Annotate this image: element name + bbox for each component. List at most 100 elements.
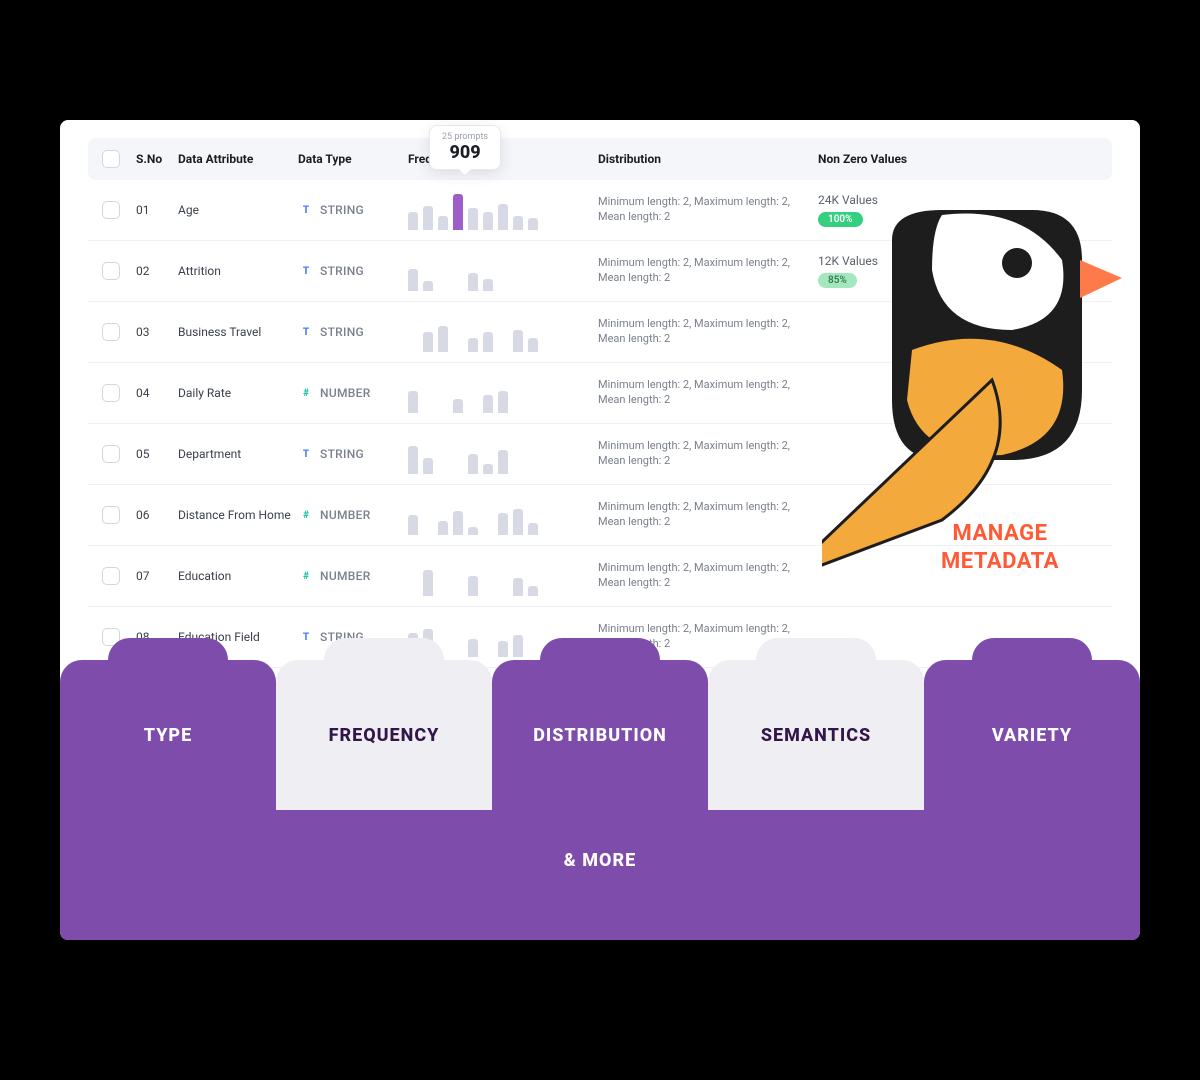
spark-bar [468,576,478,596]
spark-bar [483,464,493,474]
spark-bar [408,269,418,291]
col-attr: Data Attribute [178,152,298,166]
spark-bar [498,513,508,535]
cell-frequency-sparkline [408,373,598,413]
datatype-label: STRING [320,203,364,217]
spark-bar [528,586,538,596]
text-type-icon: T [298,446,314,462]
spark-bar [468,208,478,230]
table-row: 04Daily Rate#NUMBERMinimum length: 2, Ma… [88,363,1112,424]
cell-attribute: Age [178,203,298,217]
spark-bar [498,204,508,230]
cell-frequency-sparkline [408,190,598,230]
tooltip-value: 909 [442,142,488,163]
spark-bar [423,206,433,230]
cell-sno: 06 [136,508,178,522]
datatype-label: NUMBER [320,386,371,400]
nonzero-count: 24K Values [818,193,1098,207]
logo-text: MANAGE METADATA [890,520,1110,575]
logo-line1: MANAGE [890,520,1110,548]
table-header: S.No Data Attribute Data Type Frequency … [88,138,1112,180]
cell-nonzero: 12K Values 85% [818,254,1098,288]
spark-bar [483,332,493,352]
nonzero-badge: 85% [818,273,857,288]
row-checkbox[interactable] [102,445,120,463]
cell-datatype: T STRING [298,263,408,279]
table-row: 02AttritionTSTRINGMinimum length: 2, Max… [88,241,1112,302]
cell-distribution: Minimum length: 2, Maximum length: 2, Me… [598,439,818,469]
cell-datatype: #NUMBER [298,507,408,523]
category-tab[interactable]: FREQUENCY [276,660,492,810]
table-row: 05DepartmentTSTRING Minimum length: 2, Ma… [88,424,1112,485]
col-nz: Non Zero Values [818,152,1098,166]
nonzero-count: 12K Values [818,254,1098,268]
spark-bar [513,509,523,535]
category-tab[interactable]: SEMANTICS [708,660,924,810]
tooltip-label: 25 prompts [442,132,488,142]
cell-frequency-sparkline [408,312,598,352]
spark-bar [438,521,448,535]
datatype-label: NUMBER [320,508,371,522]
spark-bar [438,326,448,352]
text-type-icon: T [298,263,314,279]
spark-bar [423,570,433,596]
row-checkbox[interactable] [102,506,120,524]
frequency-tooltip: 25 prompts 909 [429,125,501,170]
row-checkbox[interactable] [102,567,120,585]
category-label: TYPE [144,725,192,746]
category-label: DISTRIBUTION [533,725,667,746]
nonzero-badge: 100% [818,212,863,227]
logo-line2: METADATA [890,548,1110,576]
cell-datatype: TSTRING [298,446,408,462]
col-sno: S.No [136,152,178,166]
cell-datatype: T STRING [298,202,408,218]
cell-attribute: Distance From Home [178,508,298,522]
datatype-label: STRING [320,264,364,278]
cell-datatype: TSTRING [298,324,408,340]
cell-frequency-sparkline [408,251,598,291]
cell-distribution: Minimum length: 2, Maximum length: 2, Me… [598,195,818,225]
spark-bar [498,450,508,474]
cell-attribute: Business Travel [178,325,298,339]
spark-bar [423,281,433,291]
spark-bar [408,391,418,413]
table-row: 03Business TravelTSTRINGMinimum length: … [88,302,1112,363]
number-type-icon: # [298,568,314,584]
table-row: 01AgeT STRING Minimum length: 2, Maximum l… [88,180,1112,241]
row-checkbox[interactable] [102,384,120,402]
select-all-checkbox[interactable] [102,150,120,168]
category-tab[interactable]: TYPE [60,660,276,810]
cell-sno: 05 [136,447,178,461]
spark-bar [468,454,478,474]
cell-distribution: Minimum length: 2, Maximum length: 2, Me… [598,317,818,347]
app-card: 25 prompts 909 S.No Data Attribute Data … [60,120,1140,940]
spark-bar [453,194,463,230]
cell-sno: 02 [136,264,178,278]
spark-bar [423,458,433,474]
datatype-label: NUMBER [320,569,371,583]
cell-distribution: Minimum length: 2, Maximum length: 2, Me… [598,561,818,591]
cell-attribute: Attrition [178,264,298,278]
spark-bar [483,279,493,291]
category-label: SEMANTICS [761,725,871,746]
spark-bar [408,212,418,230]
category-tab[interactable]: VARIETY [924,660,1140,810]
cell-sno: 01 [136,203,178,217]
spark-bar [528,338,538,352]
spark-bar [423,332,433,352]
spark-bar [528,218,538,230]
cell-nonzero: 24K Values 100% [818,193,1098,227]
spark-bar [468,527,478,535]
spark-bar [513,216,523,230]
cell-frequency-sparkline [408,556,598,596]
cell-distribution: Minimum length: 2, Maximum length: 2, Me… [598,500,818,530]
row-checkbox[interactable] [102,262,120,280]
spark-bar [528,523,538,535]
category-tab[interactable]: DISTRIBUTION [492,660,708,810]
row-checkbox[interactable] [102,201,120,219]
text-type-icon: T [298,202,314,218]
row-checkbox[interactable] [102,323,120,341]
cell-attribute: Department [178,447,298,461]
cell-datatype: # NUMBER [298,568,408,584]
number-type-icon: # [298,385,314,401]
